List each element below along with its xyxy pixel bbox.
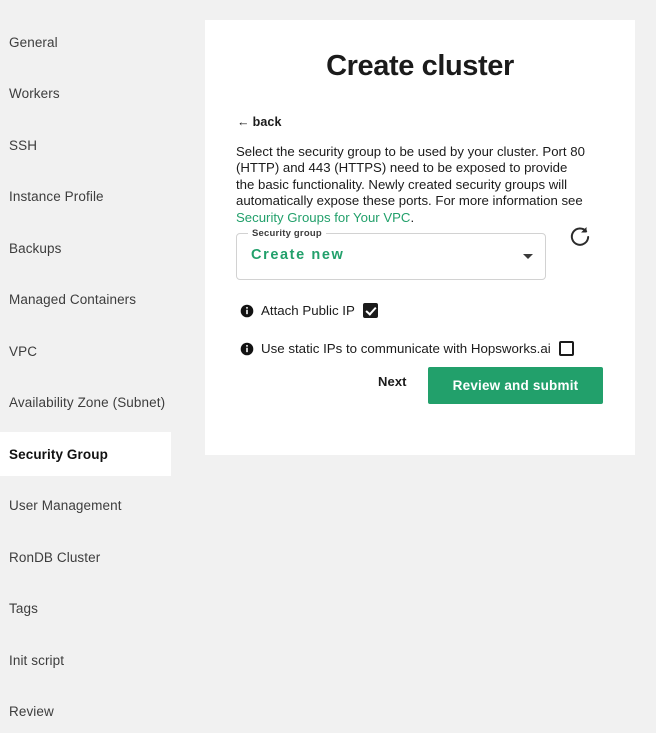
option-checkbox[interactable]: [362, 303, 378, 318]
sidebar-item-user-management[interactable]: User Management: [0, 483, 171, 527]
sidebar-item-label: Security Group: [9, 446, 108, 462]
sidebar-item-review[interactable]: Review: [0, 689, 171, 733]
sidebar-item-label: Workers: [9, 85, 60, 101]
sidebar-item-label: Availability Zone (Subnet): [9, 394, 166, 410]
sidebar-item-backups[interactable]: Backups: [0, 226, 171, 270]
page-title: Create cluster: [326, 50, 514, 82]
sidebar-item-label: SSH: [9, 137, 38, 153]
sidebar-item-rondb-cluster[interactable]: RonDB Cluster: [0, 535, 171, 579]
sidebar-item-label: Instance Profile: [9, 188, 104, 204]
sidebar-item-label: Managed Containers: [9, 291, 137, 307]
back-link-label: back: [252, 115, 282, 129]
sidebar-item-label: RonDB Cluster: [9, 549, 101, 565]
option-checkbox[interactable]: [558, 341, 574, 356]
review-and-submit-button[interactable]: Review and submit: [428, 367, 603, 404]
description-text: Select the security group to be used by …: [236, 144, 586, 226]
next-button[interactable]: Next: [378, 374, 407, 389]
sidebar-item-label: VPC: [9, 343, 38, 359]
sidebar-item-label: General: [9, 34, 58, 50]
refresh-button[interactable]: [566, 223, 594, 251]
info-icon[interactable]: [240, 304, 254, 318]
sidebar-item-general[interactable]: General: [0, 20, 171, 64]
sidebar-item-label: Review: [9, 703, 54, 719]
option-row: Use static IPs to communicate with Hopsw…: [240, 341, 574, 356]
info-icon[interactable]: [240, 342, 254, 356]
option-label: Attach Public IP: [261, 303, 355, 318]
sidebar-item-label: User Management: [9, 497, 122, 513]
security-groups-vpc-link[interactable]: Security Groups for Your VPC: [236, 210, 410, 225]
sidebar-item-label: Backups: [9, 240, 62, 256]
sidebar-item-label: Tags: [9, 600, 38, 616]
security-group-select-legend: Security group: [248, 228, 326, 239]
sidebar-item-managed-containers[interactable]: Managed Containers: [0, 277, 171, 321]
back-link[interactable]: ← back: [237, 115, 282, 129]
refresh-icon: [570, 226, 590, 246]
security-group-select-value: Create new: [251, 247, 345, 263]
sidebar-item-instance-profile[interactable]: Instance Profile: [0, 174, 171, 218]
chevron-down-icon[interactable]: [523, 254, 533, 259]
sidebar-item-tags[interactable]: Tags: [0, 586, 171, 630]
sidebar-item-workers[interactable]: Workers: [0, 71, 171, 115]
security-group-select-box[interactable]: Security group Create new: [236, 228, 546, 280]
option-label: Use static IPs to communicate with Hopsw…: [261, 341, 551, 356]
sidebar-item-label: Init script: [9, 652, 65, 668]
sidebar-item-availability-zone-subnet[interactable]: Availability Zone (Subnet): [0, 380, 171, 424]
sidebar-nav: General Workers SSH Instance Profile Backups…: [0, 0, 205, 732]
back-arrow-icon: ←: [237, 115, 250, 129]
option-row: Attach Public IP: [240, 303, 378, 318]
description-body: Select the security group to be used by …: [236, 144, 585, 209]
sidebar-item-init-script[interactable]: Init script: [0, 638, 171, 682]
description-trailing: .: [410, 209, 415, 225]
sidebar-item-ssh[interactable]: SSH: [0, 123, 171, 167]
security-group-select[interactable]: Security group Create new: [236, 228, 546, 280]
sidebar-item-security-group[interactable]: Security Group: [0, 432, 171, 476]
sidebar-item-vpc[interactable]: VPC: [0, 329, 171, 373]
